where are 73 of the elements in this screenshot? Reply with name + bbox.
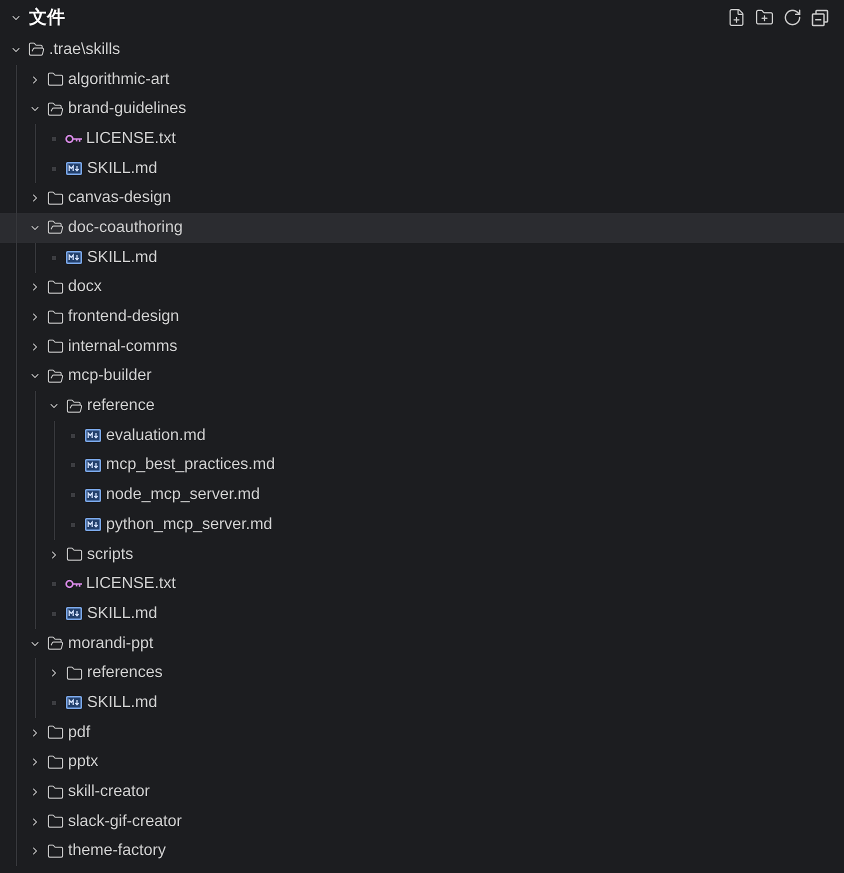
tree-item[interactable]: reference [0,391,844,421]
key-icon [65,134,83,144]
tree-item[interactable]: pptx [0,748,844,778]
folder-icon [47,71,64,88]
folder-icon [47,754,64,771]
folder-icon [47,278,64,296]
bullet-icon [71,522,75,527]
tree-item[interactable]: scripts [0,540,844,570]
new-file-icon [727,8,746,27]
new-folder-icon [755,8,774,27]
refresh-button[interactable] [782,7,803,28]
bullet-icon [52,166,56,171]
folder-icon [47,813,64,830]
markdown-file-icon [85,458,101,472]
tree-item[interactable]: SKILL.md [0,688,844,718]
collapse-all-icon [811,8,829,26]
tree-item[interactable]: docx [0,272,844,302]
bullet-icon [52,136,56,141]
tree-item[interactable]: internal-comms [0,332,844,362]
bullet-icon [52,582,56,586]
tree-item[interactable]: algorithmic-art [0,64,844,94]
folder-icon [47,338,64,356]
open-folder-icon [47,635,64,652]
open-folder-icon [28,41,45,58]
tree-item[interactable]: morandi-ppt [0,628,844,658]
tree-item[interactable]: evaluation.md [0,420,844,451]
tree-item[interactable]: pdf [0,718,844,748]
bullet-icon [71,463,75,468]
markdown-file-icon [66,607,82,620]
tree-item[interactable]: theme-factory [0,836,844,866]
key-icon [65,579,83,590]
tree-item[interactable]: mcp_best_practices.md [0,450,844,480]
tree-item[interactable]: brand-guidelines [0,94,844,124]
tree-item[interactable]: mcp-builder [0,362,844,392]
panel-title: 文件 [29,6,65,29]
folder-icon [47,308,64,326]
folder-icon [66,546,83,564]
tree-item[interactable]: node_mcp_server.md [0,480,844,510]
tree-item[interactable]: .trae\skills [0,35,844,65]
bullet-icon [71,493,75,498]
refresh-icon [783,8,802,27]
tree-item[interactable]: SKILL.md [0,242,844,272]
tree-item[interactable]: python_mcp_server.md [0,510,844,540]
tree-item[interactable]: SKILL.md [0,599,844,629]
tree-item[interactable]: SKILL.md [0,154,844,184]
collapse-all-button[interactable] [810,8,830,28]
folder-icon [66,664,83,682]
markdown-file-icon [66,251,82,264]
markdown-file-icon [85,518,101,532]
folder-icon [47,190,64,207]
markdown-file-icon [66,162,82,176]
bullet-icon [52,256,56,260]
folder-icon [47,784,64,801]
bullet-icon [52,612,56,616]
open-folder-icon [47,219,64,236]
tree-item[interactable]: LICENSE.txt [0,569,844,600]
tree-item[interactable]: canvas-design [0,183,844,214]
tree-item[interactable]: skill-creator [0,777,844,807]
markdown-file-icon [66,696,82,710]
folder-icon [47,842,64,860]
tree-item[interactable]: references [0,658,844,688]
markdown-file-icon [85,429,101,442]
bullet-icon [52,700,56,705]
folder-icon [47,724,64,742]
tree-item[interactable]: slack-gif-creator [0,806,844,837]
tree-item[interactable]: frontend-design [0,302,844,332]
bullet-icon [71,434,75,438]
tree-item[interactable]: doc-coauthoring [0,213,844,243]
tree-item[interactable]: LICENSE.txt [0,124,844,154]
markdown-file-icon [85,488,101,502]
open-folder-icon [47,100,64,118]
open-folder-icon [47,368,64,385]
open-folder-icon [66,398,83,415]
